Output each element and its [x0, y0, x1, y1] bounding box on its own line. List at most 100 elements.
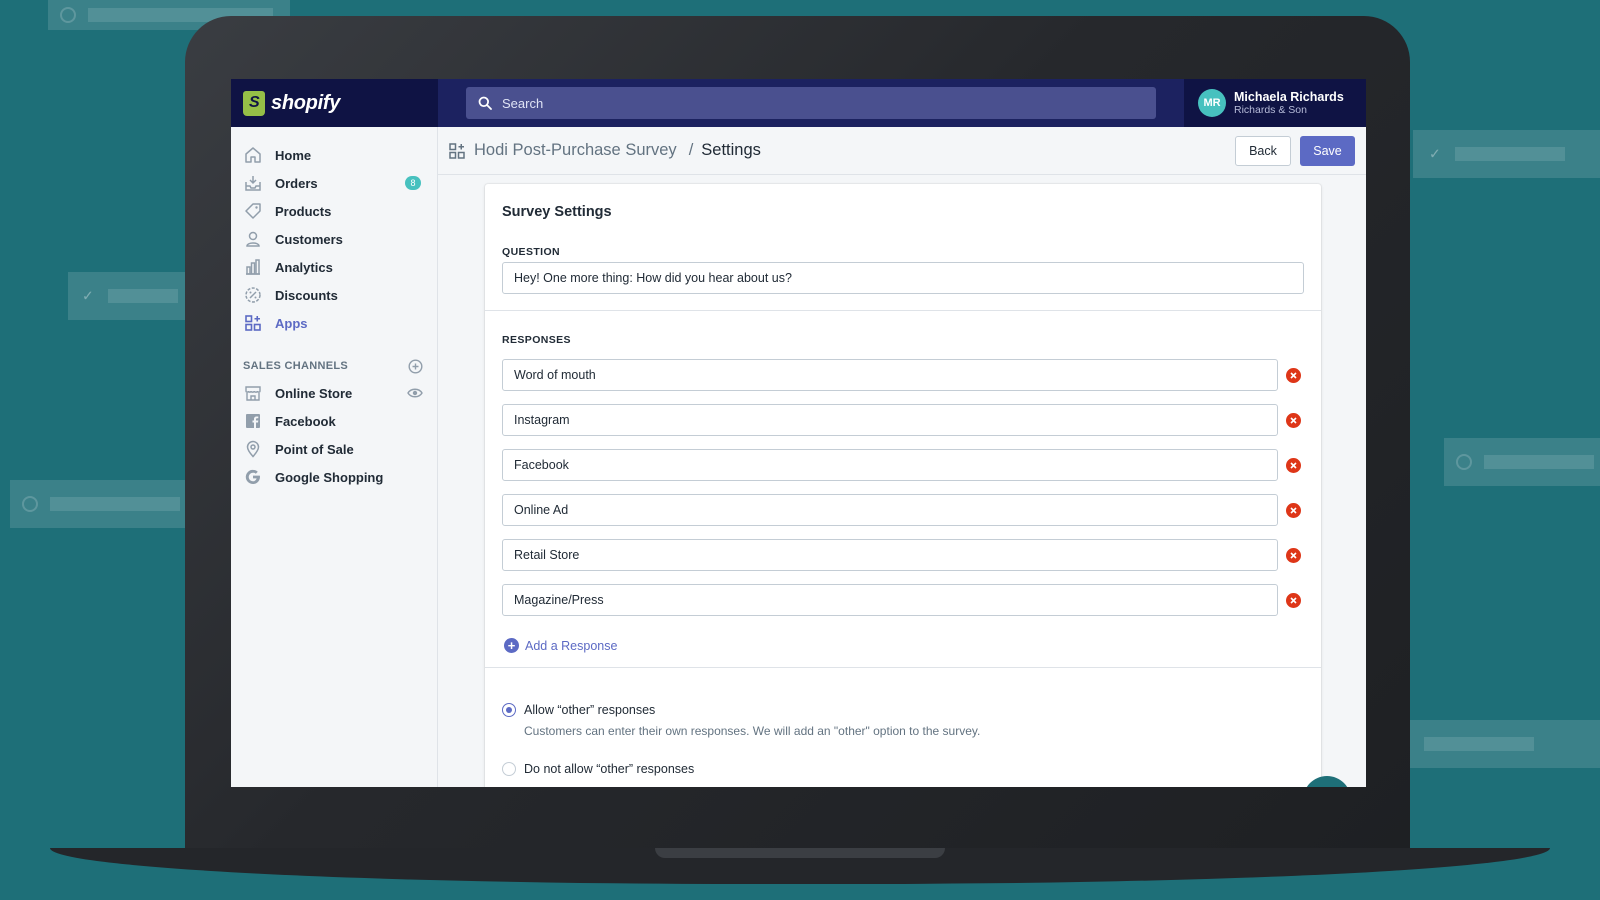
close-icon [1290, 417, 1297, 424]
remove-response-button[interactable] [1286, 413, 1301, 428]
orders-icon [243, 173, 263, 193]
user-store: Richards & Son [1234, 104, 1307, 116]
radio-label: Allow “other” responses [524, 703, 656, 717]
location-icon [243, 439, 263, 459]
google-icon [243, 467, 263, 487]
discount-icon [243, 285, 263, 305]
breadcrumb-app[interactable]: Hodi Post-Purchase Survey [474, 141, 677, 160]
logo[interactable]: shopify [231, 79, 438, 127]
allow-other-help: Customers can enter their own responses.… [524, 724, 981, 738]
sales-channels-header: SALES CHANNELS [231, 353, 437, 379]
page-title: Settings [701, 141, 761, 159]
question-input[interactable] [502, 262, 1304, 294]
close-icon [1290, 462, 1297, 469]
sidebar-item-label: Products [275, 203, 332, 219]
card-title: Survey Settings [502, 204, 612, 220]
eye-icon[interactable] [407, 385, 423, 401]
shopify-bag-icon [243, 90, 265, 116]
radio-label: Do not allow “other” responses [524, 762, 695, 776]
store-icon [243, 383, 263, 403]
close-icon [1290, 597, 1297, 604]
sidebar-item-label: Online Store [275, 385, 353, 401]
response-input[interactable] [502, 584, 1278, 616]
sidebar-item-apps[interactable]: Apps [231, 309, 437, 337]
sidebar-item-label: Customers [275, 231, 343, 247]
avatar: MR [1198, 89, 1226, 117]
search-input[interactable] [502, 95, 1102, 111]
response-input[interactable] [502, 359, 1278, 391]
background-bar: ✓ [68, 272, 188, 320]
plus-circle-icon: + [504, 638, 519, 653]
add-response-label: Add a Response [525, 638, 618, 653]
close-icon [1290, 372, 1297, 379]
logo-text: shopify [271, 91, 341, 114]
divider [485, 310, 1321, 311]
person-icon [243, 229, 263, 249]
chart-icon [243, 257, 263, 277]
sidebar-item-label: Facebook [275, 413, 336, 429]
background-bar: ✓ [1413, 130, 1600, 178]
sidebar-item-label: Discounts [275, 287, 338, 303]
orders-count-badge: 8 [405, 176, 421, 190]
close-icon [1290, 507, 1297, 514]
sidebar-item-orders[interactable]: Orders 8 [231, 169, 437, 197]
add-channel-icon[interactable] [408, 358, 423, 374]
remove-response-button[interactable] [1286, 503, 1301, 518]
sidebar: Home Orders 8 Products Customers Analyti… [231, 127, 438, 787]
responses-label: RESPONSES [502, 334, 571, 346]
sidebar-item-customers[interactable]: Customers [231, 225, 437, 253]
sidebar-item-online-store[interactable]: Online Store [231, 379, 437, 407]
background-bar [1410, 720, 1600, 768]
user-name: Michaela Richards [1234, 90, 1344, 104]
sidebar-item-products[interactable]: Products [231, 197, 437, 225]
apps-icon [243, 313, 263, 333]
sidebar-item-google-shopping[interactable]: Google Shopping [231, 463, 437, 491]
response-input[interactable] [502, 404, 1278, 436]
user-menu[interactable]: MR Michaela Richards Richards & Son [1184, 79, 1366, 127]
apps-icon [449, 142, 465, 159]
search-box[interactable] [466, 87, 1156, 119]
page-header: Hodi Post-Purchase Survey / Settings Bac… [438, 127, 1366, 175]
save-button[interactable]: Save [1300, 136, 1355, 166]
close-icon [1290, 552, 1297, 559]
response-input[interactable] [502, 494, 1278, 526]
survey-settings-card: Survey Settings QUESTION RESPONSES + Add… [485, 184, 1321, 787]
allow-other-radio[interactable]: Allow “other” responses [502, 703, 655, 717]
breadcrumb-separator: / [688, 141, 694, 159]
laptop-notch [655, 848, 945, 858]
home-icon [243, 145, 263, 165]
remove-response-button[interactable] [1286, 458, 1301, 473]
screen: shopify MR Michaela Richards Richards & … [231, 79, 1366, 787]
response-input[interactable] [502, 539, 1278, 571]
sidebar-item-label: Analytics [275, 259, 333, 275]
radio-unselected-icon[interactable] [502, 762, 516, 776]
add-response-button[interactable]: + Add a Response [504, 638, 617, 653]
sidebar-item-label: Apps [275, 315, 308, 331]
sidebar-item-discounts[interactable]: Discounts [231, 281, 437, 309]
background-bar [1444, 438, 1600, 486]
sidebar-item-facebook[interactable]: Facebook [231, 407, 437, 435]
sales-channels-heading: SALES CHANNELS [243, 360, 349, 372]
remove-response-button[interactable] [1286, 548, 1301, 563]
top-bar: shopify MR Michaela Richards Richards & … [231, 79, 1366, 127]
question-label: QUESTION [502, 246, 561, 258]
remove-response-button[interactable] [1286, 368, 1301, 383]
sidebar-item-analytics[interactable]: Analytics [231, 253, 437, 281]
divider [485, 667, 1321, 668]
disallow-other-radio[interactable]: Do not allow “other” responses [502, 762, 694, 776]
tag-icon [243, 201, 263, 221]
back-button[interactable]: Back [1235, 136, 1291, 166]
sidebar-item-label: Point of Sale [275, 441, 354, 457]
remove-response-button[interactable] [1286, 593, 1301, 608]
main-content: Hodi Post-Purchase Survey / Settings Bac… [438, 127, 1366, 787]
radio-selected-icon[interactable] [502, 703, 516, 717]
sidebar-item-label: Orders [275, 175, 318, 191]
search-icon [478, 96, 492, 110]
facebook-icon [243, 411, 263, 431]
background-bar [10, 480, 188, 528]
sidebar-item-home[interactable]: Home [231, 141, 437, 169]
sidebar-item-point-of-sale[interactable]: Point of Sale [231, 435, 437, 463]
response-input[interactable] [502, 449, 1278, 481]
sidebar-item-label: Home [275, 147, 312, 163]
sidebar-item-label: Google Shopping [275, 469, 384, 485]
